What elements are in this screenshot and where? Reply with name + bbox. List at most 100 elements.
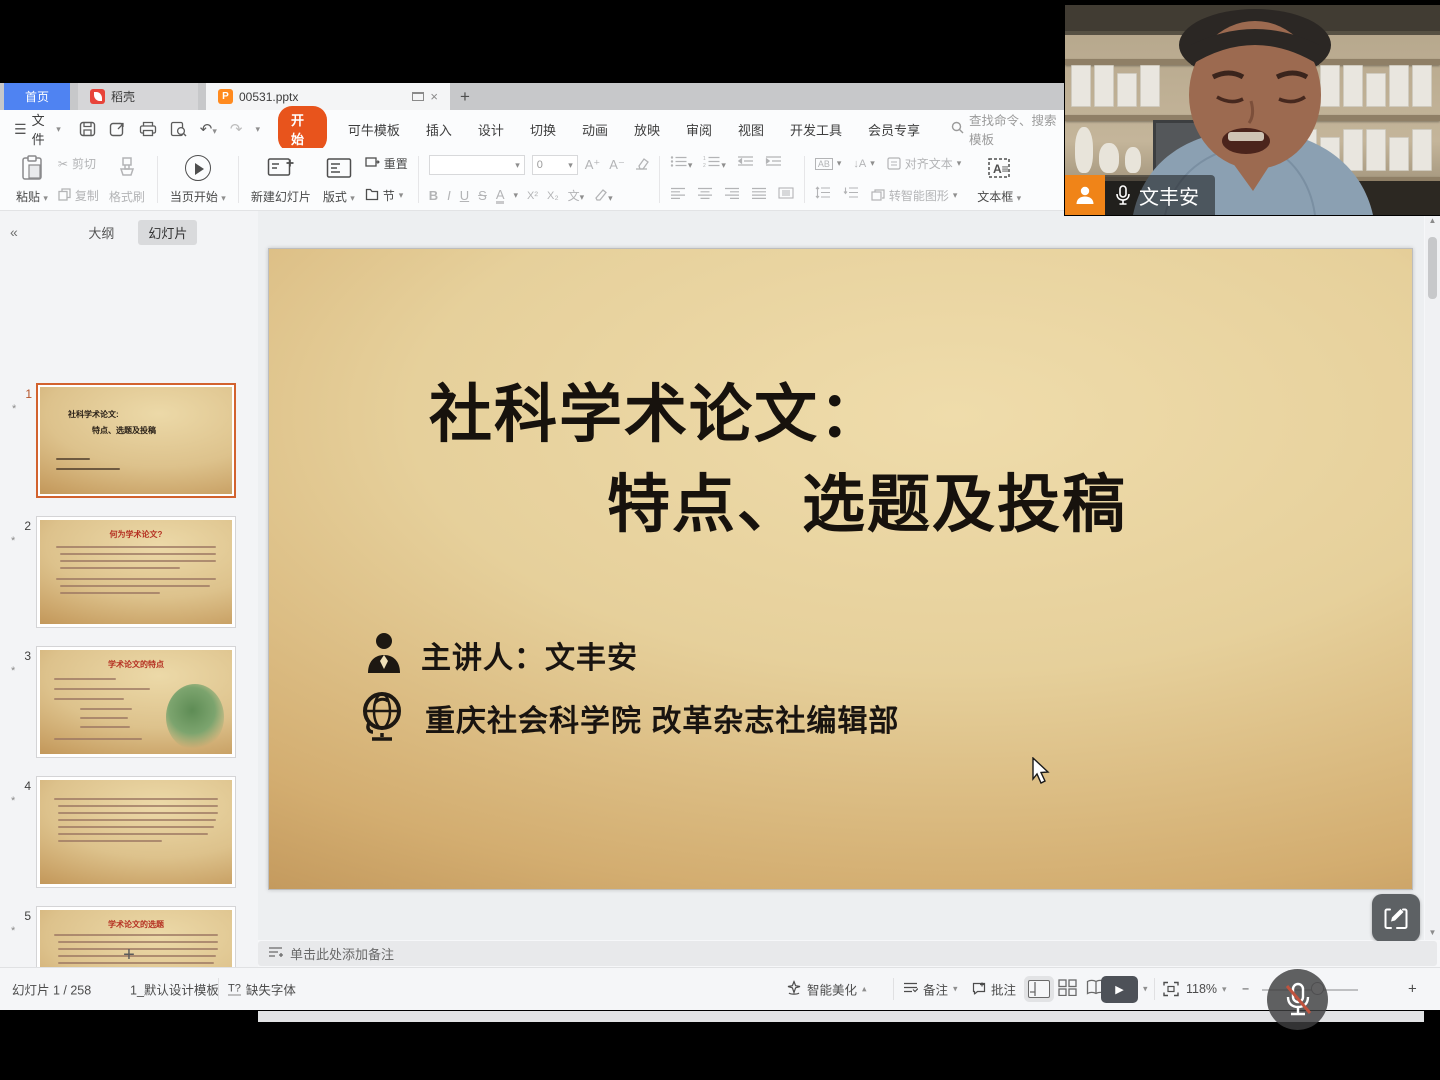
zoom-out-button[interactable]: −: [1242, 982, 1249, 996]
notes-toggle-button[interactable]: 备注 ▾: [903, 980, 958, 999]
copy-button[interactable]: 复制: [58, 187, 99, 204]
redo-button[interactable]: ↷: [230, 120, 243, 138]
bold-button[interactable]: B: [429, 188, 438, 203]
template-name[interactable]: 1_默认设计模板: [130, 980, 219, 999]
text-orientation-button[interactable]: ↓A▾: [853, 158, 874, 170]
increase-indent-icon[interactable]: [765, 155, 782, 173]
menu-review[interactable]: 审阅: [673, 120, 725, 139]
cut-button[interactable]: ✂剪切: [58, 155, 99, 172]
tab-home[interactable]: 首页: [4, 83, 70, 110]
slide-thumbnail-3[interactable]: 3 * 学术论文的特点: [36, 646, 236, 758]
superscript-button[interactable]: X²: [527, 190, 538, 202]
slide-editor[interactable]: 社科学术论文： 特点、选题及投稿 主讲人：文丰安 重庆社会科学院 改革杂志社编辑…: [268, 248, 1413, 890]
file-menu[interactable]: ☰ 文件 ▾: [0, 110, 69, 148]
menu-animation[interactable]: 动画: [569, 120, 621, 139]
strikethrough-button[interactable]: S: [478, 188, 487, 203]
new-slide-button[interactable]: 新建幻灯片: [249, 152, 313, 207]
menu-design[interactable]: 设计: [465, 120, 517, 139]
command-search[interactable]: 查找命令、搜索模板: [951, 110, 1066, 148]
horizontal-scrollbar[interactable]: [258, 1011, 1424, 1022]
smart-graphic-button[interactable]: 转智能图形▾: [871, 187, 958, 204]
print-preview-icon[interactable]: [170, 121, 187, 137]
slide-thumbnail-1[interactable]: 1 * 社科学术论文: 特点、选题及投稿: [36, 383, 236, 498]
notes-bar[interactable]: 单击此处添加备注: [258, 941, 1437, 966]
align-center-icon[interactable]: [697, 186, 713, 204]
decrease-font-icon[interactable]: A⁻: [609, 157, 625, 173]
layout-button[interactable]: 版式 ▾: [321, 152, 357, 207]
align-left-icon[interactable]: [670, 186, 686, 204]
slide-panel: « 大纲 幻灯片 1 * 社科学术论文: 特点、选题及投稿 2 * 何为学术论文…: [0, 211, 258, 967]
menu-view[interactable]: 视图: [725, 120, 777, 139]
thumb-title: 学术论文的选题: [40, 919, 232, 930]
menu-devtools[interactable]: 开发工具: [777, 120, 855, 139]
paragraph-spacing-icon[interactable]: [843, 186, 859, 204]
save-icon[interactable]: [79, 121, 96, 137]
text-box-button[interactable]: A≡ 文本框 ▾: [975, 152, 1023, 207]
font-size-select[interactable]: 0▾: [532, 155, 578, 175]
vertical-scrollbar[interactable]: ▲ ▼: [1425, 213, 1440, 940]
annotation-pen-button[interactable]: [1372, 894, 1420, 942]
paste-button[interactable]: 粘贴 ▾: [14, 152, 50, 207]
increase-font-icon[interactable]: A⁺: [585, 157, 601, 173]
tab-outline[interactable]: 大纲: [78, 220, 124, 245]
zoom-level[interactable]: 118%▾: [1186, 982, 1227, 996]
justify-icon[interactable]: [751, 186, 767, 204]
comments-button[interactable]: 批注: [972, 980, 1016, 999]
tab-slides[interactable]: 幻灯片: [138, 220, 197, 245]
scroll-down-icon[interactable]: ▼: [1425, 928, 1440, 937]
font-color-button[interactable]: A: [496, 188, 505, 204]
slide-thumbnail-2[interactable]: 2 * 何为学术论文?: [36, 516, 236, 628]
section-button[interactable]: 节 ▾: [365, 187, 408, 204]
fit-to-window-button[interactable]: [1163, 982, 1179, 997]
slide-thumbnail-4[interactable]: 4 *: [36, 776, 236, 888]
export-icon[interactable]: [109, 121, 126, 137]
smart-beautify-button[interactable]: 智能美化 ▴: [786, 980, 867, 999]
presenter-icon: [365, 631, 403, 678]
print-icon[interactable]: [139, 121, 157, 137]
font-name-select[interactable]: ▾: [429, 155, 525, 175]
webcam-video-overlay[interactable]: 文丰安: [1065, 5, 1440, 215]
more-commands-icon[interactable]: ▾: [255, 124, 260, 135]
numbered-list-icon[interactable]: 12▾: [703, 155, 726, 173]
bullet-list-icon[interactable]: ▾: [670, 155, 693, 173]
menu-slideshow[interactable]: 放映: [621, 120, 673, 139]
menu-keniu-templates[interactable]: 可牛模板: [335, 120, 413, 139]
align-text-button[interactable]: 对齐文本▾: [887, 155, 962, 172]
italic-button[interactable]: I: [447, 188, 451, 203]
line-spacing-icon[interactable]: [815, 186, 831, 204]
undo-button[interactable]: ↶▾: [200, 120, 217, 138]
add-slide-button[interactable]: +: [0, 944, 258, 967]
svg-text:2: 2: [703, 163, 706, 168]
slideshow-play-button[interactable]: ▶: [1101, 976, 1138, 1003]
ribbon-tab-start[interactable]: 开始: [278, 106, 327, 152]
missing-font-warning[interactable]: T? 缺失字体: [228, 980, 296, 999]
subscript-button[interactable]: X₂: [547, 190, 559, 202]
collapse-panel-icon[interactable]: «: [10, 224, 18, 240]
pinyin-guide-button[interactable]: 文▾: [568, 187, 585, 204]
play-from-current-button[interactable]: 当页开始 ▾: [168, 152, 228, 207]
reset-button[interactable]: 重置: [365, 155, 408, 172]
close-tab-icon[interactable]: ×: [430, 90, 438, 103]
highlight-button[interactable]: ▾: [593, 188, 613, 204]
menu-membership[interactable]: 会员专享: [855, 120, 933, 139]
mic-muted-button[interactable]: [1267, 969, 1328, 1030]
float-window-icon[interactable]: [412, 92, 424, 101]
text-direction-button[interactable]: AB▾: [815, 158, 842, 170]
new-tab-button[interactable]: +: [450, 83, 480, 110]
clear-format-icon[interactable]: [634, 157, 649, 173]
tab-document[interactable]: P 00531.pptx ×: [206, 83, 450, 110]
view-normal-button[interactable]: [1028, 980, 1050, 998]
distribute-icon[interactable]: [778, 186, 794, 204]
decrease-indent-icon[interactable]: [737, 155, 754, 173]
tab-daoke[interactable]: 稻壳: [78, 83, 198, 110]
zoom-in-button[interactable]: +: [1408, 981, 1417, 998]
play-options-caret[interactable]: ▾: [1143, 984, 1148, 995]
align-right-icon[interactable]: [724, 186, 740, 204]
scroll-up-icon[interactable]: ▲: [1425, 216, 1440, 225]
menu-transition[interactable]: 切换: [517, 120, 569, 139]
menu-insert[interactable]: 插入: [413, 120, 465, 139]
scrollbar-thumb[interactable]: [1428, 237, 1437, 299]
underline-button[interactable]: U: [460, 188, 469, 203]
view-sorter-button[interactable]: [1058, 979, 1078, 999]
format-painter-button[interactable]: 格式刷: [107, 152, 147, 207]
